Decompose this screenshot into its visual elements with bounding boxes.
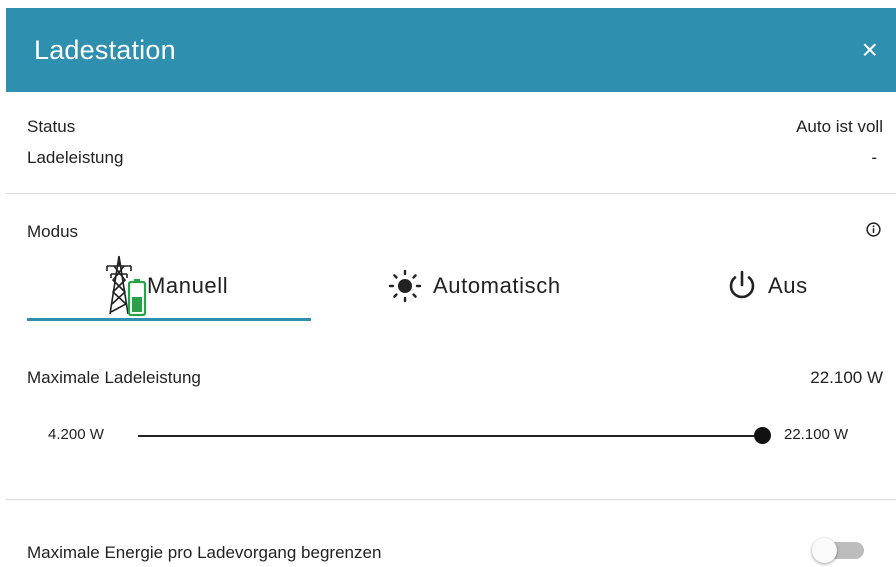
energy-limit-label: Maximale Energie pro Ladevorgang begrenz… <box>27 543 382 562</box>
slider-thumb[interactable] <box>754 427 771 444</box>
dialog-header: Ladestation × <box>6 8 896 92</box>
slider-track[interactable] <box>138 435 763 437</box>
energy-limit-row: Maximale Energie pro Ladevorgang begrenz… <box>27 543 883 563</box>
toggle-knob <box>812 538 837 563</box>
slider-min-label: 4.200 W <box>48 426 104 443</box>
dialog-title: Ladestation <box>34 34 176 65</box>
power-value: - <box>871 148 877 167</box>
power-label: Ladeleistung <box>27 148 124 167</box>
mode-tabs: Manuell Automatisch Aus <box>27 248 896 324</box>
status-label: Status <box>27 117 76 136</box>
mode-label: Modus <box>27 222 79 241</box>
tab-manuell[interactable]: Manuell <box>99 248 228 324</box>
tab-aus-label: Aus <box>768 273 808 298</box>
tab-automatisch[interactable]: Automatisch <box>387 248 561 324</box>
tab-manuell-label: Manuell <box>147 273 229 298</box>
tab-automatisch-label: Automatisch <box>433 273 561 298</box>
max-power-label: Maximale Ladeleistung <box>27 368 201 387</box>
max-power-value: 22.100 W <box>810 368 883 387</box>
energy-limit-toggle[interactable] <box>812 538 864 563</box>
divider <box>6 499 896 500</box>
divider <box>6 193 896 194</box>
sun-icon <box>388 269 422 303</box>
info-icon[interactable] <box>865 221 882 238</box>
slider-max-label: 22.100 W <box>784 426 849 443</box>
close-icon[interactable]: × <box>862 36 878 64</box>
max-power-row: Maximale Ladeleistung 22.100 W <box>27 368 883 388</box>
tab-aus[interactable]: Aus <box>724 248 808 324</box>
status-value: Auto ist voll <box>796 117 883 136</box>
power-icon <box>729 270 755 299</box>
status-row: Status Auto ist voll <box>27 117 883 137</box>
power-row: Ladeleistung - <box>27 148 883 168</box>
active-tab-indicator <box>27 318 311 321</box>
mode-header: Modus <box>27 222 883 242</box>
